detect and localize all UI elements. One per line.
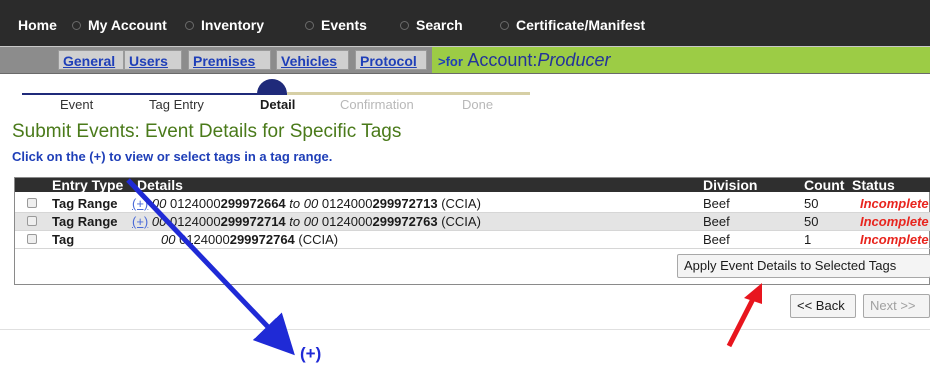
row-checkbox[interactable] [27,234,37,244]
nav-search[interactable]: Search [400,17,463,33]
nav-bullet-icon [305,20,314,30]
header-count: Count [804,177,845,193]
tab-vehicles[interactable]: Vehicles [276,50,349,70]
table-row: Tag Range (+) 00 0124000299972714 to 00 … [15,213,930,231]
count: 1 [804,232,812,247]
wizard-step-tag-entry: Tag Entry [149,97,204,112]
account-indicator: >for Account:Producer [432,47,930,73]
instruction-text: Click on the (+) to view or select tags … [12,149,333,164]
plus-annotation-label: (+) [300,344,322,363]
row-checkbox[interactable] [27,198,37,208]
expand-range-link[interactable]: (+) [132,196,148,211]
nav-certificate-manifest[interactable]: Certificate/Manifest [500,17,645,33]
wizard-step-detail: Detail [260,97,296,112]
nav-bullet-icon [185,20,194,30]
wizard-step-event: Event [60,97,94,112]
division: Beef [703,196,730,211]
table-row: Tag Range (+) 00 0124000299972664 to 00 … [15,195,930,213]
header-details: Details [137,177,183,193]
nav-bullet-icon [400,20,409,30]
tag-details: (+) 00 0124000299972714 to 00 0124000299… [132,214,481,229]
entry-type: Tag [52,232,75,247]
page-title: Submit Events: Event Details for Specifi… [12,121,402,142]
table-header: Entry Type Details Division Count Status [15,177,930,193]
account-label: Account: [467,50,538,70]
header-division: Division [703,177,758,193]
entry-type: Tag Range [52,214,118,229]
wizard-step-done: Done [462,97,494,112]
account-name: Producer [537,50,611,70]
nav-events[interactable]: Events [305,17,367,33]
account-prefix: >for [438,54,463,69]
next-button[interactable]: Next >> [863,294,930,318]
apply-event-details-button[interactable]: Apply Event Details to Selected Tags [677,254,930,278]
division: Beef [703,214,730,229]
row-checkbox[interactable] [27,216,37,226]
header-entry-type: Entry Type [52,177,124,193]
back-button[interactable]: << Back [790,294,856,318]
expand-range-link[interactable]: (+) [132,214,148,229]
wizard-progress-completed [22,93,287,95]
tag-details: 00 0124000299972764 (CCIA) [161,232,339,247]
nav-bullet-icon [500,20,509,30]
tab-premises[interactable]: Premises [188,50,271,70]
division: Beef [703,232,730,247]
count: 50 [804,214,819,229]
nav-bullet-icon [72,20,81,30]
nav-my-account[interactable]: My Account [72,17,167,33]
nav-inventory[interactable]: Inventory [185,17,264,33]
tab-users[interactable]: Users [124,50,182,70]
wizard-step-confirmation: Confirmation [340,97,414,112]
status-badge: Incomplete [860,196,929,211]
tab-general[interactable]: General [58,50,124,70]
wizard-progress-remaining [287,92,530,95]
entry-type: Tag Range [52,196,118,211]
tab-protocol[interactable]: Protocol [355,50,427,70]
tag-details: (+) 00 0124000299972664 to 00 0124000299… [132,196,481,211]
sub-navigation-bar: General Users Premises Vehicles Protocol… [0,46,930,74]
header-status: Status [852,177,895,193]
nav-home[interactable]: Home [18,17,57,33]
tags-table: Entry Type Details Division Count Status… [14,177,930,285]
status-badge: Incomplete [860,232,929,247]
count: 50 [804,196,819,211]
table-row: Tag 00 0124000299972764 (CCIA) Beef 1 In… [15,231,930,249]
status-badge: Incomplete [860,214,929,229]
top-navigation-bar: Home My Account Inventory Events Search … [0,0,930,46]
